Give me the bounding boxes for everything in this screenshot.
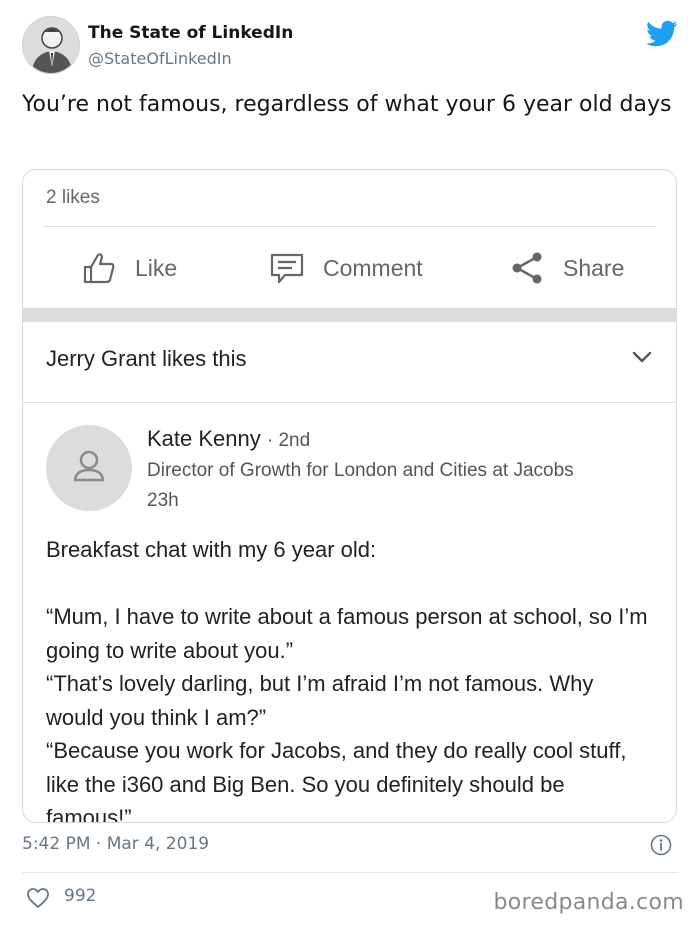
twitter-logo-icon[interactable]	[646, 20, 678, 48]
poster-headline: Director of Growth for London and Cities…	[147, 460, 574, 481]
info-icon[interactable]	[650, 834, 672, 856]
chevron-down-icon[interactable]	[632, 350, 652, 364]
divider	[22, 872, 678, 873]
tweet-timestamp[interactable]: 5:42 PM · Mar 4, 2019	[22, 834, 209, 854]
social-action-text: Jerry Grant likes this	[46, 346, 247, 371]
post-line: Breakfast chat with my 6 year old:	[46, 537, 377, 562]
poster-name[interactable]: Kate Kenny · 2nd	[147, 426, 310, 452]
divider	[43, 226, 656, 227]
social-action-row[interactable]: Jerry Grant likes this	[23, 322, 676, 402]
like-count: 992	[64, 886, 97, 906]
section-divider	[23, 308, 676, 322]
author-handle[interactable]: @StateOfLinkedIn	[88, 49, 232, 68]
tweet-text: You’re not famous, regardless of what yo…	[22, 92, 672, 117]
likes-count: 2 likes	[46, 187, 100, 208]
like-button[interactable]: Like	[81, 242, 177, 294]
post-time: 23h	[147, 490, 179, 511]
watermark: boredpanda.com	[493, 890, 684, 915]
poster-avatar-icon[interactable]	[46, 425, 132, 511]
post-line: “Because you work for Jacobs, and they d…	[46, 738, 627, 823]
tweet-header: The State of LinkedIn @StateOfLinkedIn	[22, 14, 682, 78]
connection-degree: · 2nd	[266, 430, 311, 451]
share-label: Share	[563, 254, 625, 281]
comment-label: Comment	[323, 254, 423, 281]
author-name[interactable]: The State of LinkedIn	[88, 23, 293, 43]
comment-button[interactable]: Comment	[269, 242, 423, 294]
poster-name-text: Kate Kenny	[147, 426, 261, 451]
post-body: Breakfast chat with my 6 year old: “Mum,…	[46, 533, 656, 823]
author-avatar[interactable]	[22, 16, 80, 74]
post-line: “That’s lovely darling, but I’m afraid I…	[46, 671, 594, 730]
thumbs-up-icon	[81, 251, 117, 285]
heart-icon[interactable]	[26, 887, 50, 909]
share-button[interactable]: Share	[509, 242, 624, 294]
post-line-spacer	[46, 567, 656, 601]
linkedin-screenshot: 2 likes Like Comment Share Jerry Grant l…	[22, 169, 677, 823]
action-bar: Like Comment Share	[23, 242, 676, 294]
post-line: “Mum, I have to write about a famous per…	[46, 604, 648, 663]
like-label: Like	[135, 254, 178, 281]
divider	[23, 402, 676, 403]
share-icon	[509, 251, 545, 285]
comment-icon	[269, 251, 305, 285]
